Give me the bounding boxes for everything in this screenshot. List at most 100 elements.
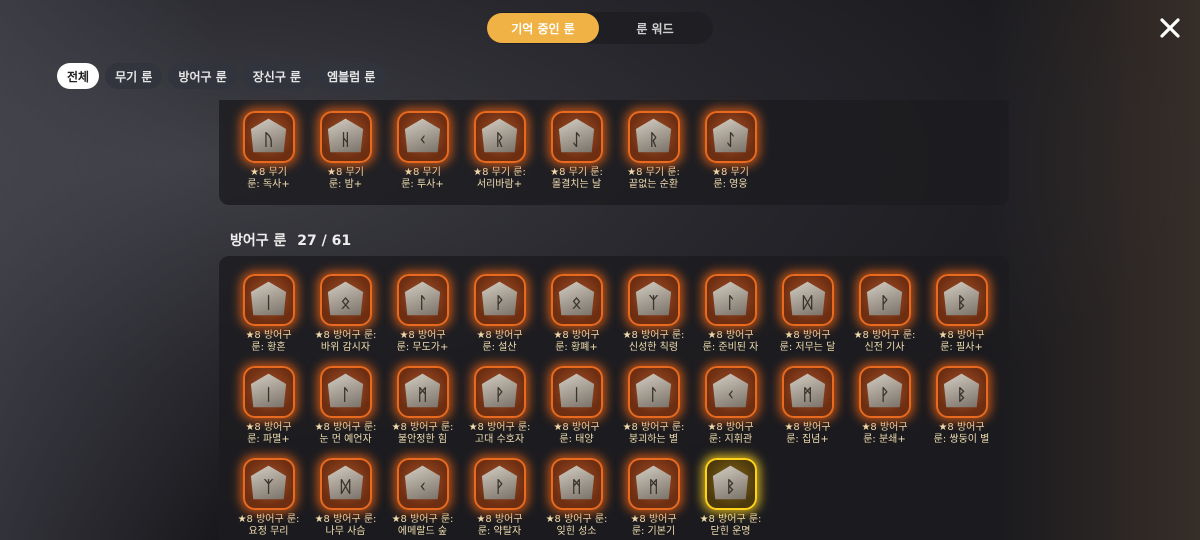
- rune-icon: ᛚ: [627, 366, 680, 418]
- rune-item[interactable]: ᛚ ★8 방어구 룬: 무도가+: [384, 274, 461, 366]
- filter-emblem-rune[interactable]: 엠블럼 룬: [317, 63, 386, 89]
- rune-item[interactable]: ᚺ ★8 무기 룬: 밤+: [307, 111, 384, 203]
- rune-label-line1: ★8 방어구 룬:: [237, 514, 300, 525]
- rune-label: ★8 무기 룬: 영웅: [691, 167, 771, 191]
- rune-label-line2: 신전 기사: [864, 342, 905, 353]
- rune-icon: ᛁ: [242, 366, 295, 418]
- rune-label-line2: 몰결치는 날: [551, 179, 602, 190]
- tab-rune-words[interactable]: 룬 워드: [599, 13, 711, 43]
- rune-item[interactable]: ᚲ ★8 방어구 룬: 에메랄드 숲: [384, 458, 461, 540]
- rune-item[interactable]: ᛁ ★8 방어구 룬: 태양: [538, 366, 615, 458]
- rune-item[interactable]: ᛗ ★8 방어구 룬: 불안정한 힘: [384, 366, 461, 458]
- rune-label-line1: ★8 방어구 룬:: [468, 422, 531, 433]
- rune-label-line1: ★8 무기 룬:: [473, 167, 526, 178]
- rune-glyph: ᚹ: [866, 281, 903, 316]
- rune-icon: ᚢ: [242, 111, 295, 163]
- rune-item[interactable]: ᛞ ★8 방어구 룬: 저무는 달: [769, 274, 846, 366]
- rune-label: ★8 방어구 룬: 잊힌 성소: [537, 514, 617, 538]
- rune-label: ★8 방어구 룬: 파멸+: [229, 422, 309, 446]
- rune-glyph: ᛒ: [712, 465, 749, 500]
- rune-item[interactable]: ᛟ ★8 방어구 룬: 바위 감시자: [307, 274, 384, 366]
- rune-label: ★8 방어구 룬: 황혼: [229, 330, 309, 354]
- rune-icon: ᛁ: [550, 366, 603, 418]
- rune-label: ★8 방어구 룬: 붕괴하는 별: [614, 422, 694, 446]
- rune-item[interactable]: ᛇ ★8 무기 룬: 영웅: [692, 111, 769, 203]
- rune-item[interactable]: ᛉ ★8 방어구 룬: 요정 무리: [230, 458, 307, 540]
- rune-label-line2: 고대 수호자: [474, 434, 525, 445]
- rune-label-line2: 신성한 칙령: [628, 342, 679, 353]
- rune-item[interactable]: ᛗ ★8 방어구 룬: 잊힌 성소: [538, 458, 615, 540]
- rune-item[interactable]: ᛉ ★8 방어구 룬: 신성한 칙령: [615, 274, 692, 366]
- filter-armor-rune[interactable]: 방어구 룬: [168, 63, 237, 89]
- filter-weapon-rune[interactable]: 무기 룬: [105, 63, 163, 89]
- close-button[interactable]: [1156, 14, 1184, 42]
- rune-glyph: ᛞ: [327, 465, 364, 500]
- rune-icon: ᛒ: [704, 458, 757, 510]
- rune-label: ★8 방어구 룬: 저무는 달: [768, 330, 848, 354]
- rune-item[interactable]: ᚲ ★8 무기 룬: 투사+: [384, 111, 461, 203]
- rune-label-line1: ★8 방어구: [245, 330, 292, 341]
- rune-glyph: ᛉ: [250, 465, 287, 500]
- rune-label-line1: ★8 방어구: [476, 514, 523, 525]
- rune-label-line1: ★8 방어구: [938, 330, 985, 341]
- armor-rune-grid: ᛁ ★8 방어구 룬: 황혼 ᛟ ★8 방어구 룬: 바위 감시자 ᛚ ★8 방어구 룬: 무도…: [230, 274, 1005, 540]
- rune-item[interactable]: ᛚ ★8 방어구 룬: 눈 먼 예언자: [307, 366, 384, 458]
- rune-item[interactable]: ᛇ ★8 무기 룬: 몰결치는 날: [538, 111, 615, 203]
- rune-item[interactable]: ᚹ ★8 방어구 룬: 분쇄+: [846, 366, 923, 458]
- rune-glyph: ᚲ: [404, 118, 441, 153]
- rune-label-line1: ★8 무기: [250, 167, 287, 178]
- rune-label-line1: ★8 무기: [327, 167, 364, 178]
- rune-item[interactable]: ᚲ ★8 방어구 룬: 지휘관: [692, 366, 769, 458]
- tab-memorized-runes[interactable]: 기억 중인 룬: [487, 13, 599, 43]
- rune-item[interactable]: ᛗ ★8 방어구 룬: 기본기: [615, 458, 692, 540]
- rune-label-line1: ★8 방어구 룬:: [314, 514, 377, 525]
- rune-label-line1: ★8 방어구: [553, 422, 600, 433]
- rune-item[interactable]: ᛁ ★8 방어구 룬: 황혼: [230, 274, 307, 366]
- rune-icon: ᛗ: [550, 458, 603, 510]
- rune-label: ★8 방어구 룬: 고대 수호자: [460, 422, 540, 446]
- rune-label-line1: ★8 방어구: [784, 422, 831, 433]
- rune-label-line2: 룬: 황혼: [251, 342, 286, 353]
- rune-item[interactable]: ᚱ ★8 무기 룬: 서리바람+: [461, 111, 538, 203]
- rune-item[interactable]: ᛚ ★8 방어구 룬: 준비된 자: [692, 274, 769, 366]
- filter-all[interactable]: 전체: [57, 63, 100, 89]
- rune-label-line2: 끝없는 순환: [628, 179, 679, 190]
- rune-label: ★8 방어구 룬: 설산: [460, 330, 540, 354]
- rune-icon: ᛚ: [396, 274, 449, 326]
- rune-label-line2: 룬: 독사+: [247, 179, 290, 190]
- rune-label-line1: ★8 방어구 룬:: [391, 422, 454, 433]
- rune-label-line1: ★8 방어구: [476, 330, 523, 341]
- rune-label: ★8 방어구 룬: 불안정한 힘: [383, 422, 463, 446]
- rune-label-line1: ★8 방어구 룬:: [622, 330, 685, 341]
- rune-glyph: ᛟ: [327, 281, 364, 316]
- rune-label: ★8 방어구 룬: 황폐+: [537, 330, 617, 354]
- rune-label: ★8 방어구 룬: 요정 무리: [229, 514, 309, 538]
- rune-label: ★8 방어구 룬: 준비된 자: [691, 330, 771, 354]
- rune-label: ★8 방어구 룬: 기본기: [614, 514, 694, 538]
- rune-label-line2: 룬: 기본기: [631, 526, 676, 537]
- rune-label-line1: ★8 무기 룬:: [627, 167, 680, 178]
- rune-item[interactable]: ᚱ ★8 무기 룬: 끝없는 순환: [615, 111, 692, 203]
- rune-item[interactable]: ᛞ ★8 방어구 룬: 나무 사슴: [307, 458, 384, 540]
- rune-item[interactable]: ᛒ ★8 방어구 룬: 쌍둥이 별: [923, 366, 1000, 458]
- rune-label-line2: 닫힌 운명: [710, 526, 751, 537]
- rune-item[interactable]: ᛟ ★8 방어구 룬: 황폐+: [538, 274, 615, 366]
- rune-icon: ᛇ: [704, 111, 757, 163]
- rune-glyph: ᚹ: [481, 465, 518, 500]
- rune-item[interactable]: ᚢ ★8 무기 룬: 독사+: [230, 111, 307, 203]
- armor-section-count: 27 / 61: [297, 233, 352, 249]
- rune-glyph: ᚹ: [866, 373, 903, 408]
- rune-item[interactable]: ᛁ ★8 방어구 룬: 파멸+: [230, 366, 307, 458]
- rune-item[interactable]: ᚹ ★8 방어구 룬: 설산: [461, 274, 538, 366]
- rune-label-line1: ★8 방어구 룬:: [545, 514, 608, 525]
- rune-item[interactable]: ᚹ ★8 방어구 룬: 고대 수호자: [461, 366, 538, 458]
- rune-item[interactable]: ᛒ ★8 방어구 룬: 닫힌 운명: [692, 458, 769, 540]
- rune-glyph: ᛗ: [789, 373, 826, 408]
- rune-item[interactable]: ᛗ ★8 방어구 룬: 집념+: [769, 366, 846, 458]
- rune-item[interactable]: ᛚ ★8 방어구 룬: 붕괴하는 별: [615, 366, 692, 458]
- rune-icon: ᛗ: [396, 366, 449, 418]
- rune-item[interactable]: ᚹ ★8 방어구 룬: 신전 기사: [846, 274, 923, 366]
- filter-accessory-rune[interactable]: 장신구 룬: [242, 63, 312, 89]
- rune-item[interactable]: ᛒ ★8 방어구 룬: 필사+: [923, 274, 1000, 366]
- rune-item[interactable]: ᚹ ★8 방어구 룬: 약탈자: [461, 458, 538, 540]
